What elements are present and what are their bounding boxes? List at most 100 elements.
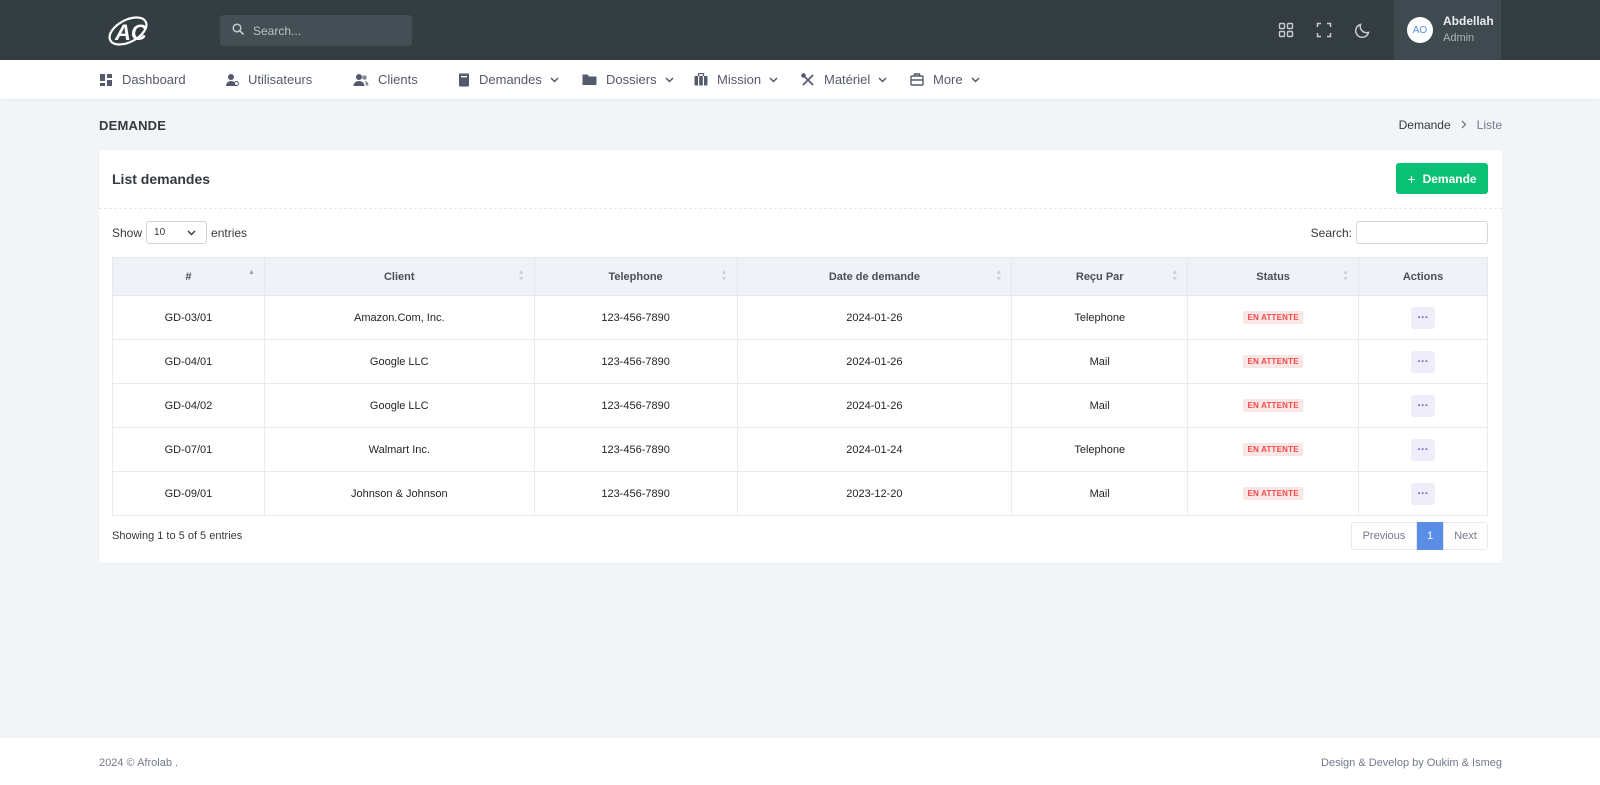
cell-telephone: 123-456-7890: [533, 427, 738, 472]
cell-date: 2024-01-26: [736, 383, 1013, 428]
nav-item-clients[interactable]: Clients: [353, 60, 418, 99]
topbar: AC AO Abdellah Admin: [0, 0, 1600, 60]
folder-icon: [582, 74, 597, 85]
cell-actions: ···: [1358, 471, 1488, 516]
table-info: Showing 1 to 5 of 5 entries: [112, 530, 243, 542]
row-actions-button[interactable]: ···: [1411, 394, 1436, 417]
breadcrumb: Demande Liste: [1399, 118, 1502, 132]
footer-credits: Design & Develop by Oukim & Ismeg: [1321, 757, 1502, 769]
user-name: Abdellah: [1443, 14, 1494, 29]
nav-label: Matériel: [824, 72, 871, 87]
cell-telephone: 123-456-7890: [533, 339, 738, 384]
global-search-input[interactable]: [253, 23, 403, 38]
chevron-down-icon: [878, 76, 887, 83]
nav-label: More: [933, 72, 963, 87]
status-badge: EN ATTENTE: [1243, 399, 1303, 412]
cell-id: GD-03/01: [112, 295, 265, 340]
nav-item-demandes[interactable]: Demandes: [458, 60, 559, 99]
case-icon: [910, 73, 924, 86]
row-actions-button[interactable]: ···: [1411, 482, 1436, 505]
column-header-recu-par[interactable]: Reçu Par ▲ ▼: [1011, 257, 1189, 296]
nav-item-dashboard[interactable]: Dashboard: [99, 60, 186, 99]
breadcrumb-parent-link[interactable]: Demande: [1399, 118, 1451, 132]
user-role: Admin: [1443, 32, 1475, 45]
row-actions-button[interactable]: ···: [1411, 306, 1436, 329]
row-actions-button[interactable]: ···: [1411, 438, 1436, 461]
cell-status: EN ATTENTE: [1187, 427, 1360, 472]
nav-item-materiel[interactable]: Matériel: [801, 60, 887, 99]
pagination-previous[interactable]: Previous: [1351, 522, 1417, 550]
footer-copyright: 2024 © Afrolab .: [99, 757, 179, 769]
fullscreen-icon[interactable]: [1314, 20, 1334, 40]
table-header-row: # ▲ Client ▲ ▼ Telephone ▲ ▼ Date de demande ▲…: [112, 257, 1488, 296]
cell-telephone: 123-456-7890: [533, 295, 738, 340]
cell-date: 2023-12-20: [736, 471, 1013, 516]
table-row: GD-04/01 Google LLC 123-456-7890 2024-01…: [112, 339, 1488, 384]
cell-date: 2024-01-26: [736, 295, 1013, 340]
column-label: Date de demande: [828, 270, 920, 283]
row-actions-button[interactable]: ···: [1411, 350, 1436, 373]
afrolab-logo[interactable]: AC: [104, 11, 152, 49]
dashboard-icon: [100, 73, 112, 86]
chevron-down-icon: [187, 230, 196, 235]
moon-icon[interactable]: [1352, 20, 1372, 40]
cell-telephone: 123-456-7890: [533, 471, 738, 516]
nav-label: Dossiers: [606, 72, 657, 87]
add-demande-label: Demande: [1422, 171, 1477, 186]
entries-label: entries: [211, 225, 248, 240]
nav-item-dossiers[interactable]: Dossiers: [582, 60, 674, 99]
breadcrumb-current: Liste: [1476, 118, 1502, 132]
column-header-client[interactable]: Client ▲ ▼: [263, 257, 535, 296]
entries-value: 10: [154, 227, 166, 238]
column-label: Client: [383, 270, 415, 283]
cell-actions: ···: [1358, 383, 1488, 428]
sort-asc-icon: ▲: [247, 269, 255, 276]
chevron-down-icon: [769, 76, 778, 83]
cell-date: 2024-01-26: [736, 339, 1013, 384]
chevron-down-icon: [665, 76, 674, 83]
nav-item-utilisateurs[interactable]: Utilisateurs: [225, 60, 312, 99]
cell-id: GD-04/02: [112, 383, 265, 428]
cell-client: Walmart Inc.: [263, 427, 535, 472]
column-header-date[interactable]: Date de demande ▲ ▼: [736, 257, 1013, 296]
status-badge: EN ATTENTE: [1243, 487, 1303, 500]
entries-select[interactable]: 10: [146, 221, 208, 244]
card-title: List demandes: [112, 171, 211, 187]
page-title: DEMANDE: [99, 118, 167, 133]
pagination-next[interactable]: Next: [1443, 522, 1488, 550]
column-header-status[interactable]: Status ▲ ▼: [1187, 257, 1360, 296]
svg-text:AC: AC: [114, 20, 148, 45]
column-label: Telephone: [608, 270, 663, 283]
cell-status: EN ATTENTE: [1187, 339, 1360, 384]
footer: 2024 © Afrolab . Design & Develop by Ouk…: [0, 738, 1600, 785]
sort-icon: ▲ ▼: [517, 269, 525, 283]
nav-item-mission[interactable]: Mission: [694, 60, 778, 99]
cell-status: EN ATTENTE: [1187, 471, 1360, 516]
add-demande-button[interactable]: + Demande: [1396, 163, 1488, 194]
search-icon: [232, 23, 244, 38]
nav-label: Demandes: [479, 72, 542, 87]
cell-client: Johnson & Johnson: [263, 471, 535, 516]
user-menu[interactable]: AO Abdellah Admin: [1394, 0, 1501, 60]
apps-grid-icon[interactable]: [1276, 20, 1296, 40]
column-header-telephone[interactable]: Telephone ▲ ▼: [533, 257, 738, 296]
pagination: Previous 1 Next: [1351, 522, 1488, 550]
chevron-right-icon: [1461, 118, 1467, 132]
column-label: Reçu Par: [1075, 270, 1124, 283]
cell-status: EN ATTENTE: [1187, 383, 1360, 428]
status-badge: EN ATTENTE: [1243, 355, 1303, 368]
nav-label: Mission: [717, 72, 762, 87]
cell-client: Amazon.Com, Inc.: [263, 295, 535, 340]
status-badge: EN ATTENTE: [1243, 443, 1303, 456]
main-navbar: Dashboard Utilisateurs Clients Demandes …: [0, 60, 1600, 99]
table-search-input[interactable]: [1356, 221, 1488, 244]
nav-label: Clients: [378, 72, 418, 87]
cell-actions: ···: [1358, 339, 1488, 384]
table-search-label: Search:: [1310, 225, 1352, 240]
cell-recu-par: Mail: [1011, 383, 1189, 428]
column-header-id[interactable]: # ▲: [112, 257, 265, 296]
pagination-page-1[interactable]: 1: [1417, 522, 1443, 550]
sort-icon: ▲ ▼: [720, 269, 728, 283]
global-search[interactable]: [220, 15, 412, 46]
nav-item-more[interactable]: More: [910, 60, 980, 99]
